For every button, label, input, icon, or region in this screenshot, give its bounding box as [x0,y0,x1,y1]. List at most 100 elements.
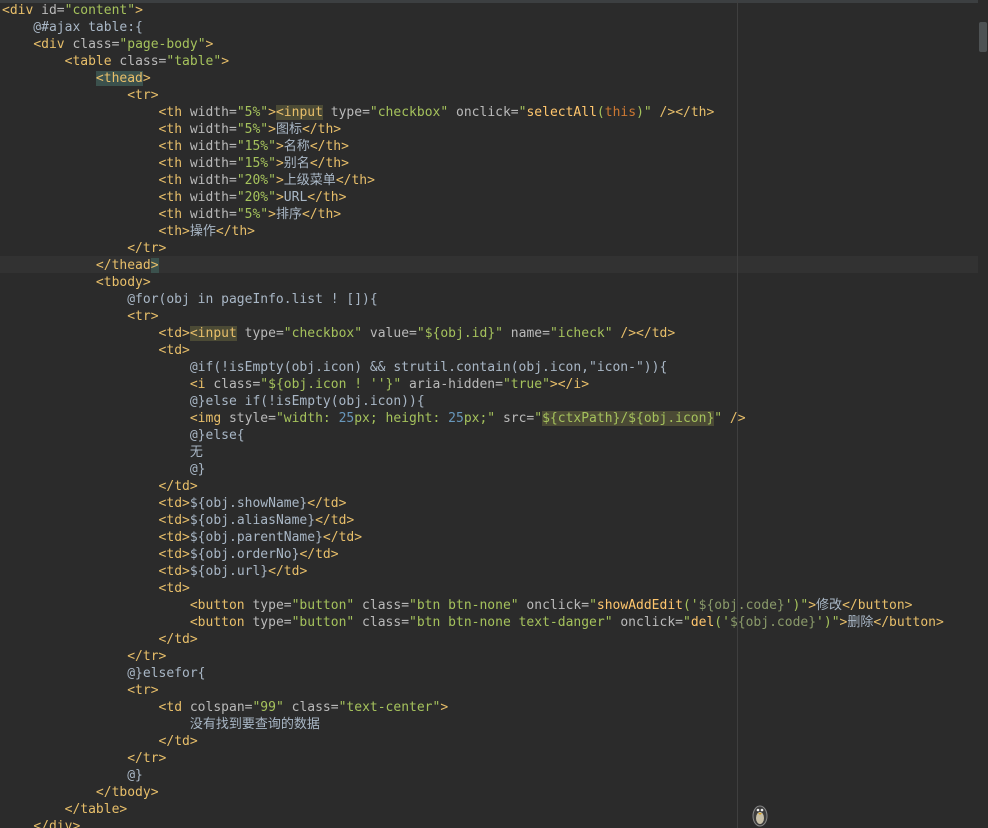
code-line[interactable]: <td>${obj.showName}</td> [2,495,944,512]
scrollbar-thumb[interactable] [979,22,987,52]
code-line[interactable]: <td>${obj.url}</td> [2,563,944,580]
code-line[interactable]: <th width="5%"><input type="checkbox" on… [2,104,944,121]
code-line[interactable]: <button type="button" class="btn btn-non… [2,614,944,631]
code-line[interactable]: <tr> [2,682,944,699]
code-token: type= [236,326,284,341]
code-line[interactable]: <th width="15%">别名</th> [2,155,944,172]
code-line[interactable]: <td colspan="99" class="text-center"> [2,699,944,716]
code-line[interactable]: </td> [2,631,944,648]
code-line[interactable]: </thead> [2,257,944,274]
code-token: @}else if(!isEmpty(obj.icon)){ [2,394,425,409]
code-token: <input [189,326,237,341]
code-token: <th [158,207,190,222]
code-line[interactable]: <th width="20%">上级菜单</th> [2,172,944,189]
code-token: (' [714,615,730,630]
code-token: <button [189,615,253,630]
code-line[interactable]: </td> [2,478,944,495]
code-token: </td> [158,734,198,749]
code-line[interactable]: </tbody> [2,784,944,801]
code-token: <th [158,105,190,120]
code-token: </tr> [127,241,167,256]
code-token: "content" [64,3,136,18]
code-line[interactable]: <div id="content"> [2,2,944,19]
code-line[interactable]: </tr> [2,648,944,665]
code-line[interactable]: <th width="20%">URL</th> [2,189,944,206]
code-token: type= [252,598,292,613]
code-line[interactable]: </tr> [2,750,944,767]
vertical-scrollbar[interactable] [978,0,988,828]
code-token: aria-hidden= [401,377,503,392]
code-line[interactable]: </tr> [2,240,944,257]
code-token: </td> [158,479,198,494]
code-line[interactable]: <div class="page-body"> [2,36,944,53]
code-token: "5%" [236,207,269,222]
code-token: "true" [502,377,550,392]
code-line[interactable]: <td> [2,342,944,359]
code-token: "5%" [236,105,269,120]
code-line[interactable]: <tbody> [2,274,944,291]
code-line[interactable]: @}elsefor{ [2,665,944,682]
code-token: class= [72,37,120,52]
code-line[interactable]: 无 [2,444,944,461]
code-token: </th> [301,122,342,137]
code-line[interactable]: 没有找到要查询的数据 [2,716,944,733]
code-line[interactable]: @#ajax table:{ [2,19,944,36]
code-token: > [205,37,214,52]
code-line[interactable]: </table> [2,801,944,818]
code-line[interactable]: @}else if(!isEmpty(obj.icon)){ [2,393,944,410]
code-line[interactable]: <td> [2,580,944,597]
code-line[interactable]: @} [2,461,944,478]
code-token: "20%" [236,190,276,205]
code-token: </th> [215,224,256,239]
code-line[interactable]: @for(obj in pageInfo.list ! []){ [2,291,944,308]
code-line[interactable]: </td> [2,733,944,750]
code-token: class= [213,377,261,392]
code-line[interactable]: @} [2,767,944,784]
code-line[interactable]: <td>${obj.aliasName}</td> [2,512,944,529]
code-line[interactable]: <th width="5%">图标</th> [2,121,944,138]
code-token: value= [362,326,417,341]
code-token: 别名 [283,156,310,171]
code-line[interactable]: <th width="5%">排序</th> [2,206,944,223]
code-line[interactable]: <button type="button" class="btn btn-non… [2,597,944,614]
code-token: width= [189,122,237,137]
code-line[interactable]: <td><input type="checkbox" value="${obj.… [2,325,944,342]
code-token: ( [596,105,605,120]
code-line[interactable]: @if(!isEmpty(obj.icon) && strutil.contai… [2,359,944,376]
code-line[interactable]: <tr> [2,308,944,325]
code-line[interactable]: <img style="width: 25px; height: 25px;" … [2,410,944,427]
code-line[interactable]: <td>${obj.orderNo}</td> [2,546,944,563]
code-token: ${ctxPath}/${obj.icon} [542,411,715,426]
code-token: style= [228,411,276,426]
code-token: type= [322,105,370,120]
code-token: @} [2,462,206,477]
code-token: <td> [158,564,190,579]
code-line[interactable]: <td>${obj.parentName}</td> [2,529,944,546]
code-token: </tr> [127,751,167,766]
code-line[interactable]: <tr> [2,87,944,104]
code-token: "checkbox" [369,105,449,120]
code-token: > [275,156,284,171]
code-token: </td> [299,547,339,562]
code-line[interactable]: <th width="15%">名称</th> [2,138,944,155]
code-line[interactable]: <th>操作</th> [2,223,944,240]
code-token: ${obj.code} [698,598,785,613]
code-token: 上级菜单 [283,173,336,188]
code-token: <table [64,54,120,69]
code-line[interactable]: </div> [2,818,944,828]
code-line[interactable]: <table class="table"> [2,53,944,70]
code-area[interactable]: <div id="content"> @#ajax table:{ <div c… [2,2,944,828]
code-token: 没有找到要查询的数据 [2,717,320,732]
code-line[interactable]: <thead> [2,70,944,87]
code-line[interactable]: <i class="${obj.icon ! ''}" aria-hidden=… [2,376,944,393]
code-token: width= [189,190,237,205]
code-line[interactable]: @}else{ [2,427,944,444]
code-editor[interactable]: <div id="content"> @#ajax table:{ <div c… [0,0,988,828]
